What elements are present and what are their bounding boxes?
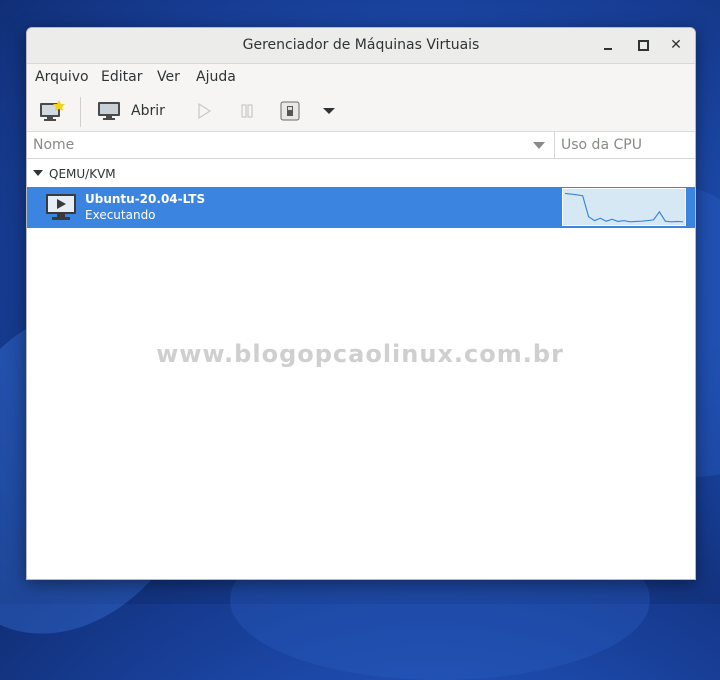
open-label: Abrir [131, 103, 165, 119]
maximize-button[interactable] [632, 34, 654, 56]
chevron-down-icon [323, 108, 335, 114]
shutdown-options-dropdown[interactable] [322, 91, 336, 131]
menu-ajuda[interactable]: Ajuda [196, 69, 236, 85]
menu-arquivo[interactable]: Arquivo [35, 69, 89, 85]
window-title: Gerenciador de Máquinas Virtuais [242, 37, 480, 53]
vm-name: Ubuntu-20.04-LTS [85, 192, 206, 206]
vm-row[interactable]: Ubuntu-20.04-LTS Executando [27, 187, 695, 228]
column-header: Nome Uso da CPU [27, 132, 695, 159]
run-button[interactable] [196, 91, 212, 131]
vm-running-icon [46, 194, 76, 220]
minimize-icon [604, 48, 612, 50]
cpu-usage-graph [562, 188, 686, 226]
menu-editar[interactable]: Editar [101, 69, 142, 85]
toolbar: Abrir [27, 91, 695, 132]
column-cpu-header[interactable]: Uso da CPU [561, 137, 642, 153]
vm-status: Executando [85, 208, 156, 222]
virt-manager-window: Gerenciador de Máquinas Virtuais ✕ Arqui… [26, 27, 696, 580]
menu-bar: Arquivo Editar Ver Ajuda [27, 64, 695, 91]
toolbar-separator [80, 97, 81, 127]
menu-ver[interactable]: Ver [157, 69, 180, 85]
connection-group-row[interactable]: QEMU/KVM [27, 159, 695, 187]
cpu-usage-line [564, 192, 684, 223]
watermark-text: www.blogopcaolinux.com.br [156, 340, 564, 368]
expand-arrow-icon[interactable] [33, 170, 43, 176]
play-icon [198, 103, 212, 119]
minimize-button[interactable] [597, 34, 619, 56]
new-vm-button[interactable] [39, 91, 65, 131]
column-divider[interactable] [554, 132, 555, 158]
new-vm-icon [40, 100, 65, 121]
shutdown-icon [280, 101, 300, 121]
monitor-icon [98, 102, 120, 120]
connection-label: QEMU/KVM [49, 167, 116, 181]
title-bar[interactable]: Gerenciador de Máquinas Virtuais ✕ [27, 28, 695, 64]
column-name-header[interactable]: Nome [33, 137, 74, 153]
maximize-icon [637, 39, 649, 51]
pause-icon [241, 104, 253, 118]
open-button[interactable]: Abrir [97, 91, 165, 131]
close-button[interactable]: ✕ [665, 34, 687, 56]
pause-button[interactable] [239, 91, 255, 131]
sort-arrow-icon[interactable] [533, 142, 545, 149]
close-icon: ✕ [670, 37, 682, 53]
shutdown-button[interactable] [280, 91, 300, 131]
